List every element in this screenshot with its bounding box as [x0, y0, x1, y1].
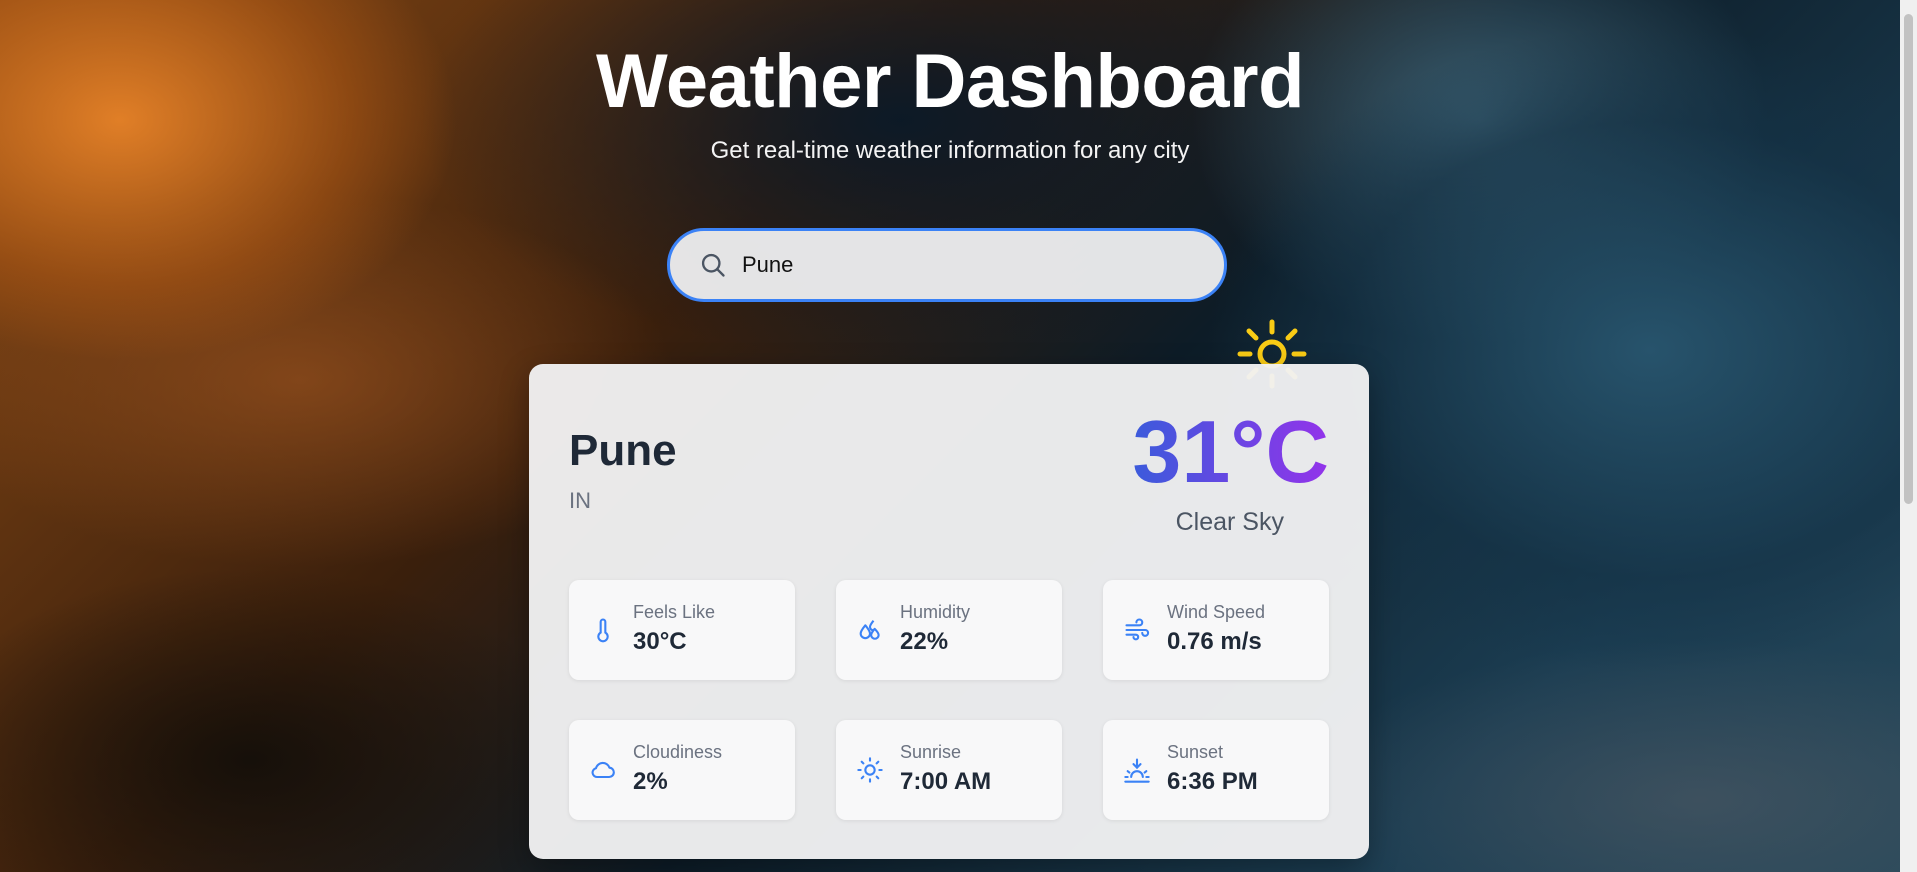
weather-card: Pune IN 31°C Clear Sky Feels Like 30°C H…	[529, 364, 1369, 859]
stat-label: Wind Speed	[1167, 602, 1266, 622]
stat-sunrise: Sunrise 7:00 AM	[836, 720, 1062, 820]
country-code: IN	[569, 488, 591, 513]
search-icon	[698, 250, 728, 280]
temperature: 31°C	[1132, 402, 1329, 501]
search-bar[interactable]	[667, 228, 1227, 302]
stat-wind-speed: Wind Speed 0.76 m/s	[1103, 580, 1329, 680]
stat-sunset: Sunset 6:36 PM	[1103, 720, 1329, 820]
stat-value: 2%	[633, 768, 668, 795]
stat-label: Sunrise	[900, 742, 962, 762]
header: Weather Dashboard Get real-time weather …	[0, 0, 1900, 166]
stat-feels-like: Feels Like 30°C	[569, 580, 795, 680]
weather-condition: Clear Sky	[1175, 508, 1284, 536]
city-name: Pune	[569, 426, 677, 475]
thermometer-icon	[589, 616, 617, 644]
stat-value: 7:00 AM	[900, 768, 992, 795]
stat-label: Sunset	[1167, 742, 1224, 762]
scrollbar-thumb[interactable]	[1904, 14, 1913, 504]
search-input[interactable]	[740, 251, 1204, 279]
stat-cloudiness: Cloudiness 2%	[569, 720, 795, 820]
stat-value: 6:36 PM	[1167, 768, 1258, 795]
cloud-icon	[589, 756, 617, 784]
sunset-icon	[1123, 756, 1151, 784]
stat-value: 30°C	[633, 628, 687, 655]
page-title: Weather Dashboard	[595, 39, 1305, 124]
stat-label: Feels Like	[633, 602, 716, 622]
stat-value: 22%	[900, 628, 949, 655]
page-subtitle: Get real-time weather information for an…	[710, 137, 1190, 164]
stat-humidity: Humidity 22%	[836, 580, 1062, 680]
droplets-icon	[856, 616, 884, 644]
scrollbar[interactable]	[1900, 0, 1917, 872]
stat-value: 0.76 m/s	[1167, 628, 1262, 655]
stat-label: Cloudiness	[633, 742, 723, 762]
wind-icon	[1123, 616, 1151, 644]
sunrise-icon	[856, 756, 884, 784]
stat-label: Humidity	[900, 602, 971, 622]
